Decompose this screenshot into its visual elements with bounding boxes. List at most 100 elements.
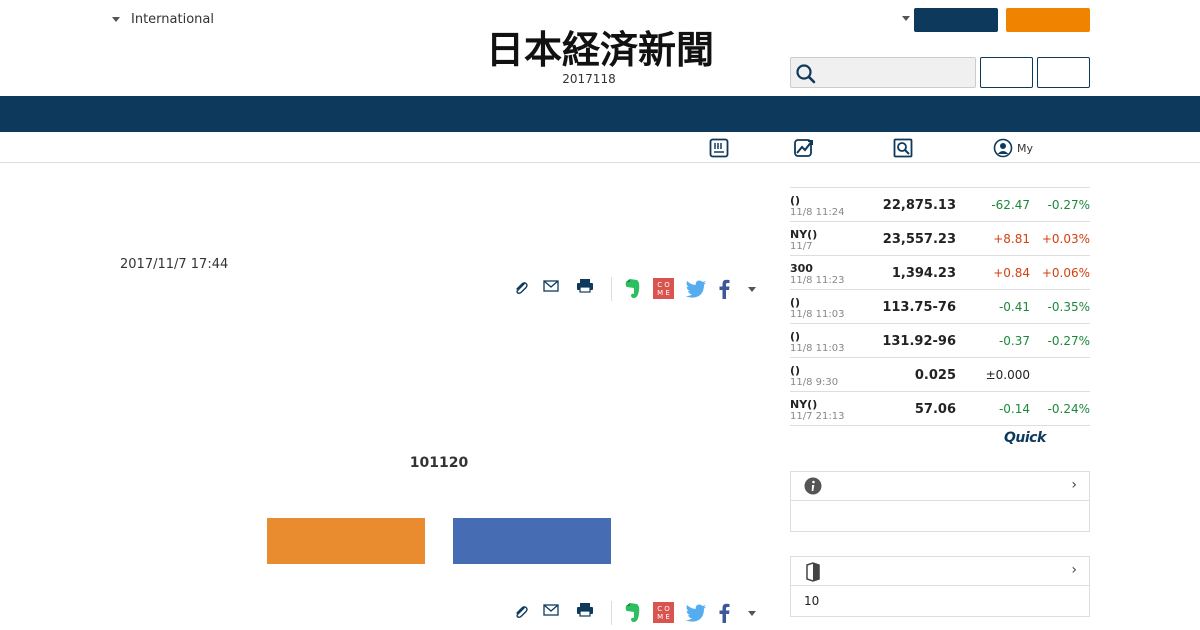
share-separator xyxy=(611,277,612,301)
search-icon xyxy=(893,138,913,158)
twitter-icon[interactable] xyxy=(685,604,707,622)
market-row[interactable]: () 11/8 11:03 113.75-76 -0.41 -0.35% xyxy=(790,290,1090,324)
market-time: 11/7 21:13 xyxy=(790,411,845,422)
subnav-item-paper[interactable] xyxy=(709,137,733,159)
subnav-item-my[interactable]: My xyxy=(993,137,1033,159)
edition-selector[interactable]: International xyxy=(112,12,214,27)
market-name: () xyxy=(790,194,801,207)
print-icon[interactable] xyxy=(575,601,595,619)
market-value: 57.06 xyxy=(914,402,956,417)
facebook-icon[interactable] xyxy=(717,603,731,623)
info-icon xyxy=(804,477,822,495)
article-image-blue xyxy=(453,518,611,564)
market-change-pct: -0.24% xyxy=(1047,402,1090,416)
market-row[interactable]: () 11/8 11:24 22,875.13 -62.47 -0.27% xyxy=(790,188,1090,222)
market-value: 23,557.23 xyxy=(882,232,956,247)
guide-box-text: 10 xyxy=(804,594,820,608)
market-change: ±0.000 xyxy=(985,368,1030,382)
evernote-icon[interactable] xyxy=(622,602,642,624)
sub-navigation: My xyxy=(0,132,1200,163)
info-box-body xyxy=(791,501,1089,531)
header-button-2[interactable] xyxy=(1037,57,1090,88)
guide-box-header[interactable]: › xyxy=(791,557,1089,586)
article-heading: 101120 xyxy=(409,455,469,471)
edition-label: International xyxy=(131,12,214,27)
user-icon xyxy=(993,138,1013,158)
market-change-pct: -0.27% xyxy=(1047,198,1090,212)
newspaper-icon xyxy=(709,138,729,158)
mail-icon[interactable] xyxy=(542,602,560,618)
search-icon xyxy=(796,64,816,84)
article-image-orange xyxy=(267,518,425,564)
more-caret-icon[interactable] xyxy=(748,611,756,616)
nikkei-logo[interactable]: 日本経済新聞 xyxy=(450,26,750,70)
comment-icon[interactable]: C O M E xyxy=(653,278,674,299)
chevron-right-icon: › xyxy=(1071,562,1077,578)
market-change: +0.84 xyxy=(993,266,1030,280)
market-time: 11/8 11:24 xyxy=(790,207,845,218)
market-row[interactable]: 300 11/8 11:23 1,394.23 +0.84 +0.06% xyxy=(790,256,1090,290)
subnav-item-search[interactable] xyxy=(893,137,917,159)
chart-icon xyxy=(794,139,813,157)
guide-box: › 10 xyxy=(790,556,1090,617)
share-toolbar-bottom: C O M E xyxy=(512,601,762,625)
facebook-icon[interactable] xyxy=(717,279,731,299)
paperclip-icon[interactable] xyxy=(512,279,530,297)
market-name: () xyxy=(790,296,801,309)
market-time: 11/8 11:23 xyxy=(790,275,845,286)
paperclip-icon[interactable] xyxy=(512,603,530,621)
quick-logo[interactable]: Quick xyxy=(1004,430,1046,446)
market-change: +8.81 xyxy=(993,232,1030,246)
market-row[interactable]: NY() 11/7 23,557.23 +8.81 +0.03% xyxy=(790,222,1090,256)
search-input[interactable] xyxy=(821,62,971,84)
market-name: 300 xyxy=(790,262,813,275)
subnav-item-label: My xyxy=(1017,141,1034,155)
svg-text:C O: C O xyxy=(657,281,670,289)
print-icon[interactable] xyxy=(575,277,595,295)
market-name: () xyxy=(790,330,801,343)
market-name: () xyxy=(790,364,801,377)
market-value: 0.025 xyxy=(914,368,956,383)
market-time: 11/8 9:30 xyxy=(790,377,839,388)
chevron-right-icon: › xyxy=(1071,477,1077,493)
share-separator xyxy=(611,601,612,625)
comment-icon[interactable]: C O M E xyxy=(653,602,674,623)
logo-text: 日本経済新聞 xyxy=(486,27,714,70)
market-change-pct: +0.03% xyxy=(1041,232,1090,246)
share-toolbar-top: C O M E xyxy=(512,277,762,301)
main-navbar xyxy=(0,96,1200,132)
market-data-table: () 11/8 11:24 22,875.13 -62.47 -0.27% NY() 11/… xyxy=(790,187,1090,426)
market-name: NY() xyxy=(790,398,818,411)
more-caret-icon[interactable] xyxy=(748,287,756,292)
market-change: -0.41 xyxy=(998,300,1030,314)
twitter-icon[interactable] xyxy=(685,280,707,298)
info-box: › xyxy=(790,471,1090,532)
market-change: -0.14 xyxy=(998,402,1030,416)
market-time: 11/8 11:03 xyxy=(790,343,845,354)
svg-text:M E: M E xyxy=(657,289,670,297)
login-button[interactable] xyxy=(914,8,998,32)
market-value: 131.92-96 xyxy=(882,334,956,349)
market-row[interactable]: () 11/8 9:30 0.025 ±0.000 xyxy=(790,358,1090,392)
evernote-icon[interactable] xyxy=(622,278,642,300)
guide-box-body: 10 xyxy=(791,586,1089,616)
search-field[interactable] xyxy=(790,57,976,88)
header-button-1[interactable] xyxy=(980,57,1033,88)
market-change: -62.47 xyxy=(991,198,1030,212)
subscribe-button[interactable] xyxy=(1006,8,1090,32)
market-row[interactable]: () 11/8 11:03 131.92-96 -0.37 -0.27% xyxy=(790,324,1090,358)
article-publish-date: 2017/11/7 17:44 xyxy=(120,257,229,272)
bookmark-icon xyxy=(806,562,820,582)
market-value: 1,394.23 xyxy=(891,266,956,281)
market-row[interactable]: NY() 11/7 21:13 57.06 -0.14 -0.24% xyxy=(790,392,1090,426)
market-name: NY() xyxy=(790,228,818,241)
menu-caret-icon[interactable] xyxy=(902,16,910,21)
market-time: 11/8 11:03 xyxy=(790,309,845,320)
info-box-header[interactable]: › xyxy=(791,472,1089,501)
svg-text:C O: C O xyxy=(657,605,670,613)
market-change: -0.37 xyxy=(998,334,1030,348)
market-value: 113.75-76 xyxy=(882,300,956,315)
subnav-item-market[interactable] xyxy=(793,137,819,159)
mail-icon[interactable] xyxy=(542,278,560,294)
market-time: 11/7 xyxy=(790,241,813,252)
